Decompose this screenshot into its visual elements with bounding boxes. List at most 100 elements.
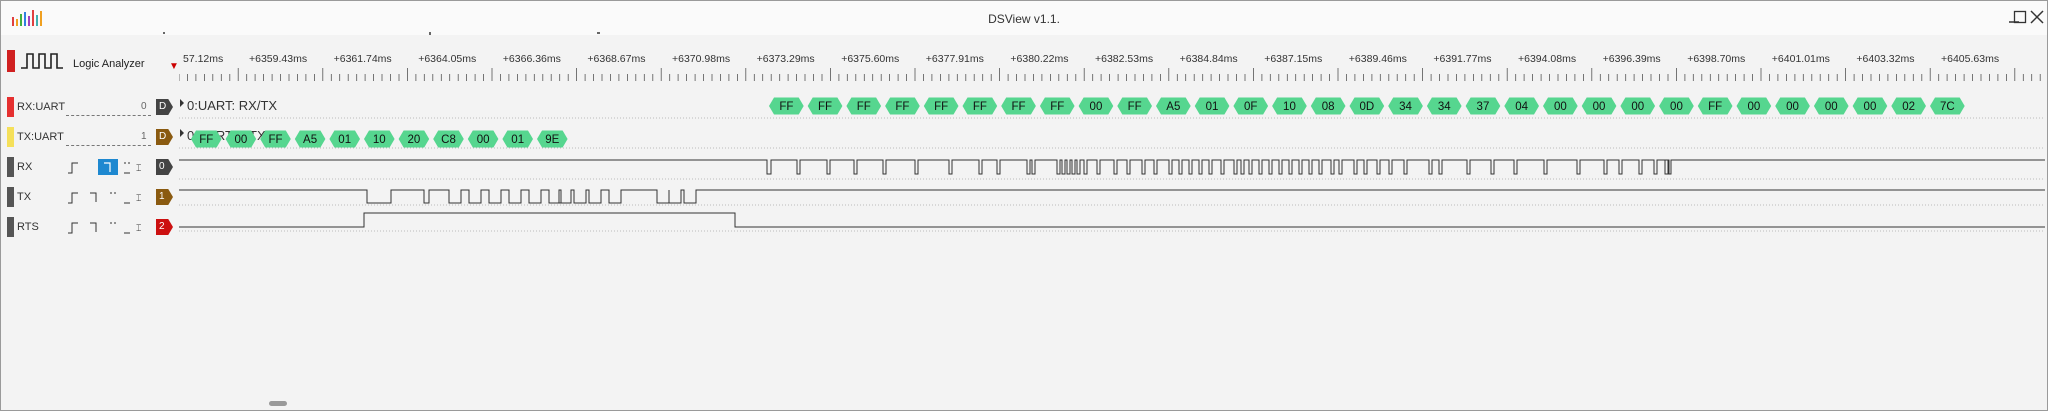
maximize-icon[interactable] — [2013, 10, 2027, 24]
svg-text:02: 02 — [1902, 101, 1915, 113]
channel-color — [7, 217, 14, 237]
svg-text:0D: 0D — [1359, 101, 1374, 113]
rx-byte-annotation[interactable]: 00 — [1775, 97, 1810, 115]
time-ruler[interactable]: 57.12ms +6359.43ms +6361.74ms +6364.05ms +63… — [179, 53, 2041, 81]
svg-text:⌶: ⌶ — [136, 163, 141, 173]
channel-index: 0 — [141, 101, 147, 112]
rx-byte-annotation[interactable]: 00 — [1659, 97, 1694, 115]
rx-byte-annotation[interactable]: FF — [1001, 97, 1036, 115]
ruler-label: +6364.05ms — [418, 53, 476, 65]
rx-byte-annotation[interactable]: FF — [846, 97, 882, 115]
tx-byte-annotation[interactable]: 00 — [225, 130, 257, 148]
svg-text:FF: FF — [1128, 101, 1142, 113]
rx-byte-annotation[interactable]: FF — [769, 97, 804, 115]
channel-badge[interactable]: 0 — [156, 159, 173, 175]
svg-text:01: 01 — [511, 134, 524, 146]
rx-byte-annotation[interactable]: 04 — [1504, 97, 1539, 115]
ruler-label: +6403.32ms — [1856, 53, 1914, 65]
rx-byte-annotation[interactable]: FF — [1039, 97, 1075, 115]
rx-byte-annotation[interactable]: FF — [1117, 97, 1152, 115]
waveform-view[interactable]: 57.12ms +6359.43ms +6361.74ms +6364.05ms +63… — [179, 47, 2045, 405]
channel-color — [7, 187, 14, 207]
ruler-label: +6361.74ms — [334, 53, 392, 65]
svg-text:04: 04 — [1515, 101, 1528, 113]
rx-byte-annotation[interactable]: A5 — [1156, 97, 1191, 115]
row-arrow-icon — [180, 99, 184, 107]
rx-byte-annotation[interactable]: 37 — [1465, 97, 1501, 115]
channel-label-panel: Logic Analyzer ▼ RX:UART 0 D TX:UART 1 D… — [1, 47, 181, 247]
channel-row-rx[interactable]: RX ⌶ 0 — [1, 157, 181, 177]
rx-byte-annotation[interactable]: 7C — [1930, 97, 1965, 115]
channel-badge[interactable]: 1 — [156, 189, 173, 205]
rx-byte-annotation[interactable]: FF — [885, 97, 920, 115]
svg-text:00: 00 — [1593, 101, 1606, 113]
svg-text:FF: FF — [895, 101, 909, 113]
svg-text:FF: FF — [1050, 101, 1064, 113]
rx-byte-annotation[interactable]: 34 — [1426, 97, 1462, 115]
tx-byte-annotation[interactable]: 00 — [467, 130, 499, 148]
device-dropdown-icon[interactable]: ▼ — [169, 61, 179, 72]
ruler-label: +6398.70ms — [1687, 53, 1745, 65]
svg-text:00: 00 — [1864, 101, 1877, 113]
rx-waveform — [179, 159, 2045, 175]
tx-byte-annotation[interactable]: 10 — [364, 130, 395, 148]
logic-analyzer-icon — [21, 53, 63, 69]
channel-name: TX — [17, 191, 32, 203]
window-title: DSView v1.1. — [988, 12, 1060, 26]
rx-byte-annotation[interactable]: FF — [807, 97, 843, 115]
rx-byte-annotation[interactable]: 00 — [1813, 97, 1849, 115]
rx-byte-annotation[interactable]: 00 — [1620, 97, 1656, 115]
rx-byte-annotation[interactable]: 00 — [1852, 97, 1888, 115]
channel-row-rts[interactable]: RTS ⌶ 2 — [1, 217, 181, 237]
tx-byte-annotation[interactable]: 01 — [329, 130, 360, 148]
tx-byte-annotation[interactable]: FF — [191, 130, 222, 148]
channel-color — [7, 127, 14, 147]
svg-text:34: 34 — [1399, 101, 1412, 113]
channel-row-rx-uart[interactable]: RX:UART 0 D — [1, 97, 181, 117]
svg-text:00: 00 — [1825, 101, 1838, 113]
rx-byte-annotation[interactable]: 10 — [1272, 97, 1307, 115]
tx-byte-annotation[interactable]: FF — [260, 130, 291, 148]
tx-byte-annotation[interactable]: A5 — [294, 130, 326, 148]
channel-row-tx-uart[interactable]: TX:UART 1 D — [1, 127, 181, 147]
svg-text:01: 01 — [338, 134, 351, 146]
rx-byte-annotation[interactable]: FF — [1697, 97, 1733, 115]
device-label: Logic Analyzer — [73, 58, 145, 70]
trigger-selector[interactable]: ⌶ — [66, 159, 151, 175]
decoder-badge[interactable]: D — [156, 129, 173, 145]
ruler-label: +6377.91ms — [926, 53, 984, 65]
tx-byte-annotation[interactable]: 9E — [537, 130, 568, 148]
channel-badge[interactable]: 2 — [156, 219, 173, 235]
channel-index: 1 — [141, 131, 147, 142]
rx-byte-annotation[interactable]: 01 — [1194, 97, 1230, 115]
rx-byte-annotation[interactable]: FF — [923, 97, 959, 115]
decoder-badge[interactable]: D — [156, 99, 173, 115]
rx-byte-annotation[interactable]: 02 — [1891, 97, 1926, 115]
rx-byte-annotation[interactable]: 00 — [1581, 97, 1617, 115]
tx-byte-annotation[interactable]: 20 — [398, 130, 430, 148]
rts-waveform — [179, 212, 2045, 228]
rx-byte-annotation[interactable]: FF — [962, 97, 998, 115]
horizontal-scrollbar-thumb[interactable] — [269, 401, 287, 406]
rx-byte-annotation[interactable]: 00 — [1736, 97, 1772, 115]
rx-byte-annotation[interactable]: 00 — [1078, 97, 1114, 115]
svg-text:FF: FF — [1012, 101, 1026, 113]
ruler-label: +6396.39ms — [1603, 53, 1661, 65]
rx-byte-annotation[interactable]: 08 — [1310, 97, 1346, 115]
rx-byte-annotation[interactable]: 0D — [1349, 97, 1385, 115]
tx-byte-annotation[interactable]: C8 — [433, 130, 464, 148]
svg-text:FF: FF — [779, 101, 793, 113]
channel-row-tx[interactable]: TX ⌶ 1 — [1, 187, 181, 207]
ruler-label: +6359.43ms — [249, 53, 307, 65]
rx-byte-annotation[interactable]: 34 — [1388, 97, 1423, 115]
rx-byte-annotation[interactable]: 00 — [1543, 97, 1578, 115]
trigger-selector[interactable]: ⌶ — [66, 219, 151, 235]
trigger-selector[interactable]: ⌶ — [66, 189, 151, 205]
svg-text:7C: 7C — [1940, 101, 1955, 113]
svg-text:A5: A5 — [1166, 101, 1180, 113]
channel-name-underline — [66, 145, 151, 146]
tx-byte-annotation[interactable]: 01 — [502, 130, 533, 148]
svg-text:FF: FF — [973, 101, 987, 113]
rx-byte-annotation[interactable]: 0F — [1233, 97, 1269, 115]
close-icon[interactable] — [2030, 10, 2044, 24]
